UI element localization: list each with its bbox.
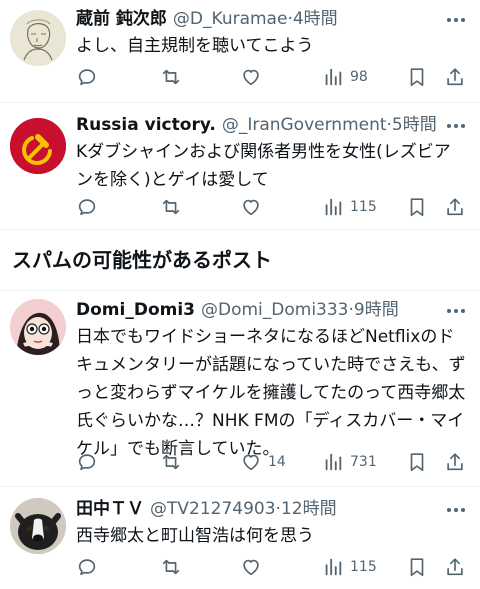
post-time[interactable]: ·12時間 [276,499,337,519]
share-icon [444,196,466,218]
reply-icon [76,556,98,578]
like-icon [240,66,262,88]
bookmark-button[interactable] [406,63,428,91]
user-handle[interactable]: @D_Kuramae [173,9,288,29]
section-title: スパムの可能性があるポスト [12,248,272,272]
action-bar: 14 731 [72,448,470,476]
illustrated-girl-avatar-image [10,299,66,355]
reply-button[interactable] [76,63,98,91]
bookmark-icon [406,196,428,218]
action-bar: 115 [72,553,470,581]
avatar[interactable] [10,299,66,355]
post-text: 日本でもワイドショーネタになるほどNetflixのドキュメンタリーが話題になって… [76,327,466,459]
display-name[interactable]: Russia victory. [76,115,216,135]
like-button[interactable] [240,193,268,221]
like-button[interactable] [240,553,268,581]
view-count: 115 [350,199,377,215]
share-button[interactable] [444,63,466,91]
action-bar: 98 [72,63,470,91]
more-icon[interactable] [444,500,468,520]
repost-icon [160,196,182,218]
views-icon [322,66,344,88]
views-button[interactable]: 115 [322,553,377,581]
like-icon [240,556,262,578]
action-bar: 115 [72,193,470,221]
bookmark-button[interactable] [406,553,428,581]
display-name[interactable]: 田中ＴＶ [76,499,144,519]
post-header: Domi_Domi3 @Domi_Domi333·9時間 [76,299,440,321]
share-button[interactable] [444,448,466,476]
like-button[interactable]: 14 [240,448,286,476]
post-header: 田中ＴＶ @TV21274903·12時間 [76,498,440,520]
post[interactable]: 田中ＴＶ @TV21274903·12時間 西寺郷太と町山智浩は何を思う 115 [0,488,480,589]
like-button[interactable] [240,63,268,91]
post-time[interactable]: ·5時間 [387,115,437,135]
reply-icon [76,451,98,473]
reply-icon [76,196,98,218]
more-icon[interactable] [444,10,468,30]
like-icon [240,196,262,218]
bookmark-icon [406,451,428,473]
repost-icon [160,556,182,578]
avatar[interactable] [10,118,66,174]
hammer-sickle-avatar-image [10,118,66,174]
post-time[interactable]: ·4時間 [287,9,337,29]
post[interactable]: Domi_Domi3 @Domi_Domi333·9時間 日本でもワイドショーネタ… [0,290,480,487]
post-header: Russia victory. @_IranGovernment·5時間 [76,114,440,136]
views-icon [322,556,344,578]
bookmark-button[interactable] [406,448,428,476]
post-text: Kダブシャインおよび関係者男性を女性(レズビアンを除く)とゲイは愛して [76,142,451,190]
like-icon [240,451,262,473]
user-handle[interactable]: @TV21274903 [150,499,276,519]
view-count: 98 [350,69,368,85]
avatar[interactable] [10,10,66,66]
repost-button[interactable] [160,448,182,476]
post-time[interactable]: ·9時間 [349,300,399,320]
repost-button[interactable] [160,193,182,221]
repost-icon [160,451,182,473]
views-button[interactable]: 115 [322,193,377,221]
post-text: よし、自主規制を聴いてこよう [76,36,314,56]
bookmark-button[interactable] [406,193,428,221]
avatar[interactable] [10,498,66,554]
share-button[interactable] [444,553,466,581]
share-icon [444,66,466,88]
more-icon[interactable] [444,301,468,321]
post-text: 西寺郷太と町山智浩は何を思う [76,526,314,546]
user-handle[interactable]: @_IranGovernment [222,115,387,135]
dog-avatar-image [10,498,66,554]
sketch-avatar-image [10,10,66,66]
views-icon [322,451,344,473]
reply-button[interactable] [76,448,98,476]
post[interactable]: 蔵前 鈍次郎 @D_Kuramae·4時間 よし、自主規制を聴いてこよう 98 [0,0,480,103]
view-count: 115 [350,559,377,575]
display-name[interactable]: 蔵前 鈍次郎 [76,9,167,29]
reply-button[interactable] [76,553,98,581]
user-handle[interactable]: @Domi_Domi333 [201,300,349,320]
reply-icon [76,66,98,88]
post[interactable]: Russia victory. @_IranGovernment·5時間 Kダブシ… [0,104,480,230]
more-icon[interactable] [444,116,468,136]
views-button[interactable]: 98 [322,63,368,91]
repost-icon [160,66,182,88]
share-button[interactable] [444,193,466,221]
view-count: 731 [350,454,377,470]
display-name[interactable]: Domi_Domi3 [76,300,195,320]
share-icon [444,556,466,578]
reply-button[interactable] [76,193,98,221]
repost-button[interactable] [160,553,182,581]
bookmark-icon [406,556,428,578]
views-icon [322,196,344,218]
views-button[interactable]: 731 [322,448,377,476]
repost-button[interactable] [160,63,182,91]
post-header: 蔵前 鈍次郎 @D_Kuramae·4時間 [76,8,440,30]
share-icon [444,451,466,473]
like-count: 14 [268,454,286,470]
bookmark-icon [406,66,428,88]
